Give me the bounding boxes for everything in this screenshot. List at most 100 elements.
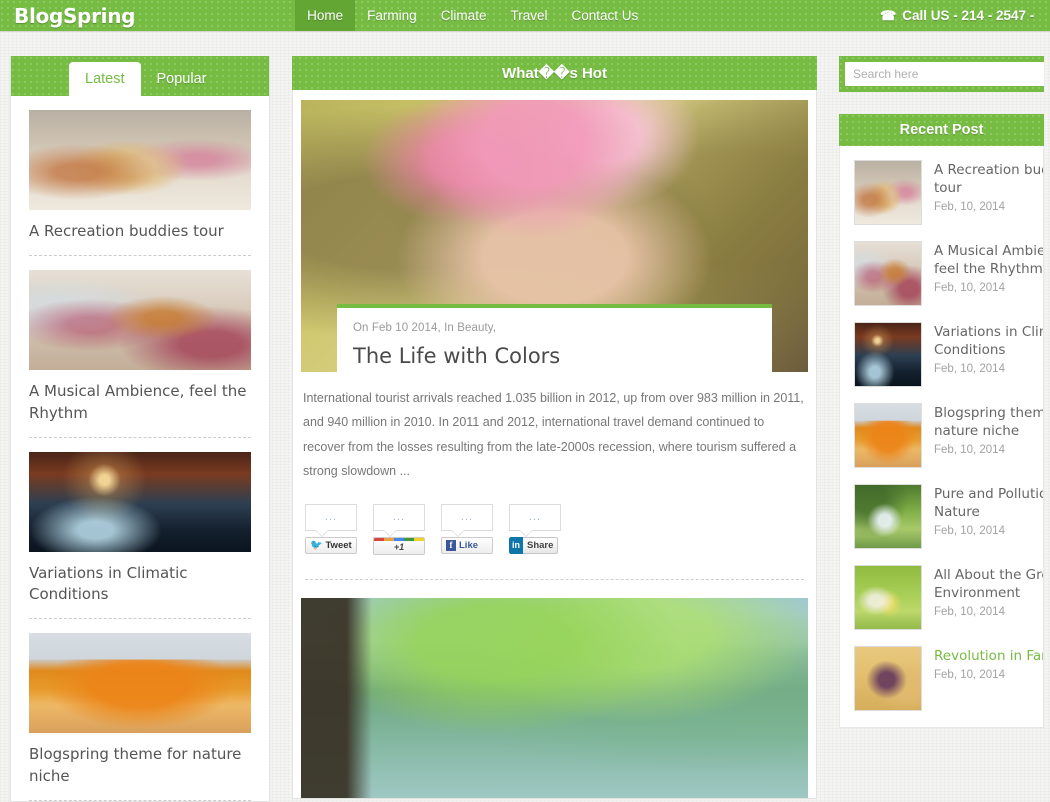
recent-post-title-line2[interactable]: Conditions	[934, 341, 1043, 359]
google-plus-one-button[interactable]: +1	[373, 536, 425, 555]
nav-item-home[interactable]: Home	[295, 0, 356, 31]
recent-post-text: A Recreation budd tour Feb, 10, 2014	[934, 160, 1043, 225]
nav-item-contact-us[interactable]: Contact Us	[559, 0, 650, 31]
recent-post-text: Variations in Clima Conditions Feb, 10, …	[934, 322, 1043, 387]
list-item[interactable]: A Recreation buddies tour	[11, 96, 269, 257]
recent-post-title-line1[interactable]: Blogspring theme	[934, 404, 1043, 422]
post-thumbnail-autumn-city-park[interactable]	[29, 633, 251, 734]
recent-post-title-line2[interactable]: Nature	[934, 503, 1043, 521]
list-item[interactable]: A Musical Ambienc feel the Rhythm Feb, 1…	[854, 241, 1043, 306]
call-us-block: ☎ Call US - 214 - 2547 -	[880, 0, 1050, 31]
left-sidebar: Latest Popular A Recreation buddies tour…	[10, 56, 270, 802]
divider	[29, 800, 251, 802]
recent-post-date: Feb, 10, 2014	[934, 444, 1005, 457]
linkedin-in-icon: in	[509, 536, 523, 554]
call-us-text: Call US - 214 - 2547 -	[902, 8, 1035, 23]
list-item[interactable]: A Recreation budd tour Feb, 10, 2014	[854, 160, 1043, 225]
article-image-misty-forest-lake[interactable]	[301, 597, 808, 798]
recent-post-title-line1[interactable]: Revolution in Farm	[934, 647, 1043, 665]
list-item[interactable]: Variations in Climatic Conditions	[11, 438, 269, 620]
post-thumbnail-night-boat-lake[interactable]	[29, 451, 251, 552]
twitter-bird-icon: 🐦	[310, 539, 323, 551]
phone-icon: ☎	[880, 7, 897, 23]
recent-thumbnail-autumn-city-park[interactable]	[854, 403, 922, 468]
tweet-label: Tweet	[325, 539, 352, 551]
list-item[interactable]: Variations in Clima Conditions Feb, 10, …	[854, 322, 1043, 387]
recent-post-title-line1[interactable]: Pure and Pollution	[934, 485, 1043, 503]
share-linkedin[interactable]: ... in Share	[509, 503, 561, 555]
recent-thumbnail-grapes-fruit[interactable]	[854, 646, 922, 711]
article-caption-box: On Feb 10 2014, In Beauty, The Life with…	[337, 304, 772, 372]
page-content: Latest Popular A Recreation buddies tour…	[0, 31, 1050, 802]
recent-thumbnail-girl-green-pond[interactable]	[854, 484, 922, 549]
linkedin-share-button[interactable]: in Share	[509, 536, 561, 554]
search-widget	[839, 56, 1044, 92]
recent-post-list: A Recreation budd tour Feb, 10, 2014 A M…	[839, 146, 1044, 728]
recent-post-date: Feb, 10, 2014	[934, 363, 1005, 376]
recent-post-title-line2[interactable]: tour	[934, 179, 1043, 197]
section-title-whats-hot: What��s Hot	[292, 56, 817, 90]
list-item[interactable]: Revolution in Farm Feb, 10, 2014	[854, 646, 1043, 711]
post-title[interactable]: Blogspring theme for nature niche	[29, 733, 251, 800]
post-title[interactable]: Variations in Climatic Conditions	[29, 552, 251, 619]
nav-item-travel[interactable]: Travel	[498, 0, 559, 31]
recent-post-date: Feb, 10, 2014	[934, 282, 1005, 295]
linkedin-share-label: Share	[523, 536, 559, 554]
divider	[305, 578, 804, 580]
facebook-f-icon: f	[446, 539, 456, 551]
recent-thumbnail-woman-flowers-field[interactable]	[854, 565, 922, 630]
recent-post-date: Feb, 10, 2014	[934, 606, 1005, 619]
recent-post-title-line1[interactable]: Variations in Clima	[934, 323, 1043, 341]
article-title[interactable]: The Life with Colors	[353, 334, 756, 368]
recent-post-date: Feb, 10, 2014	[934, 201, 1005, 214]
recent-post-title-line1[interactable]: All About the Gree	[934, 566, 1043, 584]
recent-post-title-line2[interactable]: nature niche	[934, 422, 1043, 440]
article-excerpt: International tourist arrivals reached 1…	[303, 391, 804, 479]
recent-thumbnail-beach-water-fight[interactable]	[854, 160, 922, 225]
main-navigation: Home Farming Climate Travel Contact Us	[295, 0, 650, 31]
post-title[interactable]: A Musical Ambience, feel the Rhythm	[29, 370, 251, 437]
gplus-count-bubble: ...	[373, 503, 425, 531]
like-label: Like	[459, 539, 479, 551]
recent-thumbnail-night-boat-lake[interactable]	[854, 322, 922, 387]
recent-post-date: Feb, 10, 2014	[934, 669, 1005, 682]
recent-post-text: Blogspring theme nature niche Feb, 10, 2…	[934, 403, 1043, 468]
list-item[interactable]: Blogspring theme for nature niche	[11, 619, 269, 802]
right-sidebar: Recent Post A Recreation budd tour Feb, …	[839, 56, 1044, 728]
post-thumbnail-guitar-cafe[interactable]	[29, 270, 251, 371]
site-logo[interactable]: BlogSpring	[0, 0, 135, 31]
share-google-plus[interactable]: ... +1	[373, 503, 425, 555]
main-content: What��s Hot On Feb 10 2014, In Beauty, T…	[292, 56, 817, 799]
tab-latest[interactable]: Latest	[69, 61, 141, 96]
nav-item-climate[interactable]: Climate	[429, 0, 499, 31]
linkedin-count-bubble: ...	[509, 503, 561, 531]
list-item[interactable]: All About the Gree Environment Feb, 10, …	[854, 565, 1043, 630]
list-item[interactable]: A Musical Ambience, feel the Rhythm	[11, 256, 269, 438]
recent-post-title-line1[interactable]: A Musical Ambienc	[934, 242, 1043, 260]
recent-post-date: Feb, 10, 2014	[934, 525, 1005, 538]
articles-container: On Feb 10 2014, In Beauty, The Life with…	[292, 90, 817, 799]
left-sidebar-tabs: Latest Popular	[11, 56, 269, 96]
recent-post-title-line2[interactable]: Environment	[934, 584, 1043, 602]
post-title[interactable]: A Recreation buddies tour	[29, 210, 251, 255]
list-item[interactable]: Blogspring theme nature niche Feb, 10, 2…	[854, 403, 1043, 468]
facebook-like-button[interactable]: f Like	[441, 536, 493, 554]
recent-post-title-line1[interactable]: A Recreation budd	[934, 161, 1043, 179]
featured-article: On Feb 10 2014, In Beauty, The Life with…	[301, 100, 808, 580]
facebook-count-bubble: ...	[441, 503, 493, 531]
tweet-button[interactable]: 🐦 Tweet	[305, 536, 357, 554]
search-input[interactable]	[845, 62, 1044, 86]
site-header: BlogSpring Home Farming Climate Travel C…	[0, 0, 1050, 31]
share-facebook[interactable]: ... f Like	[441, 503, 493, 555]
nav-item-farming[interactable]: Farming	[355, 0, 429, 31]
share-twitter[interactable]: ... 🐦 Tweet	[305, 503, 357, 555]
recent-thumbnail-guitar-cafe[interactable]	[854, 241, 922, 306]
post-thumbnail-beach-water-fight[interactable]	[29, 110, 251, 210]
list-item[interactable]: Pure and Pollution Nature Feb, 10, 2014	[854, 484, 1043, 549]
recent-post-text: All About the Gree Environment Feb, 10, …	[934, 565, 1043, 630]
gplus-label: +1	[393, 541, 405, 552]
recent-post-title-line2[interactable]: feel the Rhythm	[934, 260, 1043, 278]
article-meta: On Feb 10 2014, In Beauty,	[353, 322, 497, 334]
social-share-row: ... 🐦 Tweet ... +1 ... f Like ... in Sha…	[301, 484, 808, 555]
tab-popular[interactable]: Popular	[141, 62, 223, 96]
